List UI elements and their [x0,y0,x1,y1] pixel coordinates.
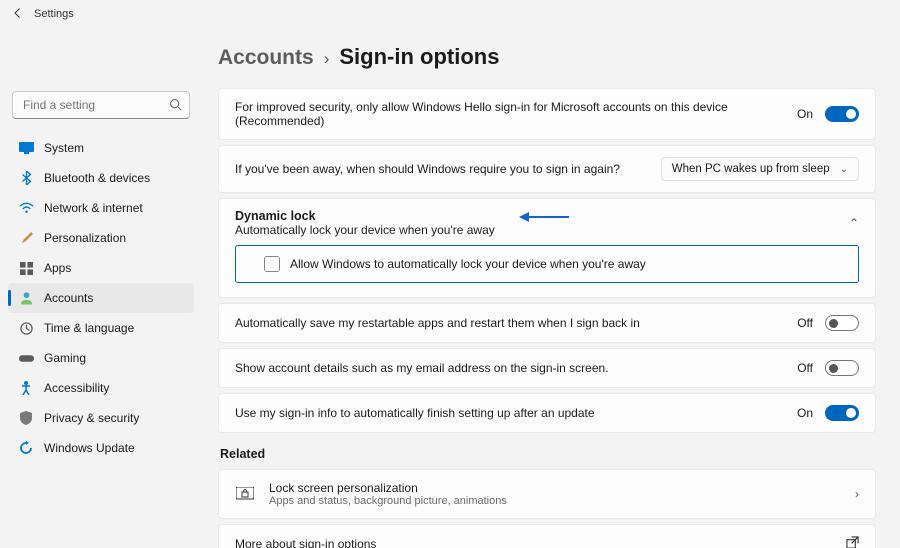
search-icon [169,98,182,114]
person-icon [18,291,34,305]
shield-icon [18,411,34,425]
clock-icon [18,322,34,335]
row-show-account-details: Show account details such as my email ad… [219,349,875,387]
bluetooth-icon [18,171,34,185]
breadcrumb-parent[interactable]: Accounts [218,46,314,70]
link-more-about-signin[interactable]: More about sign-in options [219,525,875,548]
sidebar-item-time[interactable]: Time & language [8,313,194,343]
annotation-arrow [519,211,569,226]
expander-header-dynamic-lock[interactable]: Dynamic lock Automatically lock your dev… [219,199,875,245]
sidebar-item-apps[interactable]: Apps [8,253,194,283]
sidebar-item-bluetooth[interactable]: Bluetooth & devices [8,163,194,193]
window-title: Settings [34,8,74,20]
checkbox-dynamic-lock[interactable] [264,256,280,272]
toggle-hello-signin[interactable] [825,106,859,122]
display-icon [18,142,34,154]
update-icon [18,441,34,455]
breadcrumb: Accounts › Sign-in options [218,44,876,70]
chevron-right-icon: › [855,487,859,501]
wifi-icon [18,202,34,214]
sidebar-item-privacy[interactable]: Privacy & security [8,403,194,433]
back-button[interactable] [12,7,24,22]
sidebar-item-accessibility[interactable]: Accessibility [8,373,194,403]
page-title: Sign-in options [339,44,499,70]
toggle-show-account-details[interactable] [825,360,859,376]
apps-icon [18,262,34,275]
sidebar-item-accounts[interactable]: Accounts [8,283,194,313]
sidebar: System Bluetooth & devices Network & int… [0,28,200,548]
dropdown-require-signin[interactable]: When PC wakes up from sleep ⌄ [661,157,859,181]
row-finish-setup: Use my sign-in info to automatically fin… [219,394,875,432]
chevron-up-icon: ⌃ [849,216,859,230]
toggle-restartable-apps[interactable] [825,315,859,331]
sidebar-item-network[interactable]: Network & internet [8,193,194,223]
expander-dynamic-lock: Dynamic lock Automatically lock your dev… [218,198,876,298]
gamepad-icon [18,353,34,364]
sidebar-item-personalization[interactable]: Personalization [8,223,194,253]
row-restartable-apps: Automatically save my restartable apps a… [219,304,875,342]
link-lock-screen-personalization[interactable]: Lock screen personalization Apps and sta… [219,470,875,518]
related-heading: Related [220,447,876,461]
search-input[interactable] [12,91,190,119]
row-hello-signin: For improved security, only allow Window… [219,89,875,139]
checkbox-row-dynamic-lock[interactable]: Allow Windows to automatically lock your… [235,245,859,283]
toggle-finish-setup[interactable] [825,405,859,421]
sidebar-item-system[interactable]: System [8,133,194,163]
lock-screen-icon [235,487,255,501]
main-content: Accounts › Sign-in options For improved … [200,28,900,548]
title-bar: Settings [0,0,900,28]
sidebar-item-gaming[interactable]: Gaming [8,343,194,373]
row-require-signin: If you've been away, when should Windows… [219,146,875,192]
accessibility-icon [18,381,34,395]
paintbrush-icon [18,232,34,245]
sidebar-item-update[interactable]: Windows Update [8,433,194,463]
chevron-down-icon: ⌄ [840,164,848,175]
external-link-icon [846,536,859,548]
